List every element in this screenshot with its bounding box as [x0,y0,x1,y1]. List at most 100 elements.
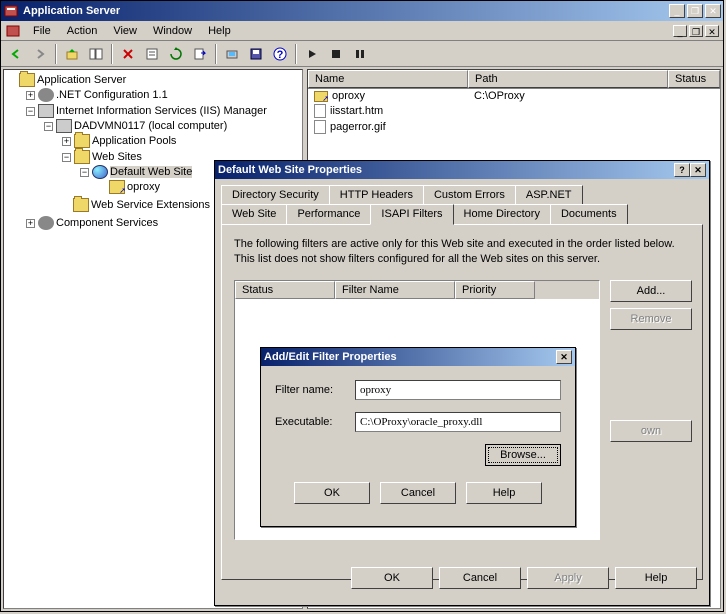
item-status [668,90,720,102]
close-button[interactable]: ✕ [690,163,706,177]
tab-aspnet[interactable]: ASP.NET [515,185,583,204]
item-status [668,104,720,118]
forward-button[interactable] [29,43,51,65]
mdi-minimize-button[interactable]: _ [673,25,687,37]
menu-window[interactable]: Window [145,23,200,39]
component-icon [38,216,54,230]
filter-name-label: Filter name: [275,384,355,396]
expand-icon[interactable]: + [26,91,35,100]
list-header: Name Path Status [308,70,720,89]
properties-button[interactable] [141,43,163,65]
col-priority[interactable]: Priority [455,281,535,299]
col-name[interactable]: Name [308,70,468,88]
delete-button[interactable] [117,43,139,65]
expand-icon[interactable]: + [26,219,35,228]
tree-label: Internet Information Services (IIS) Mana… [56,105,267,117]
tree-net-config[interactable]: +.NET Configuration 1.1 [26,87,300,103]
collapse-icon[interactable]: − [44,122,53,131]
tab-documents[interactable]: Documents [550,204,628,224]
list-item[interactable]: oproxy C:\OProxy [308,89,720,103]
help-button[interactable]: ? [269,43,291,65]
help-button[interactable]: Help [615,567,697,589]
back-button[interactable] [5,43,27,65]
mdi-close-button[interactable]: ✕ [705,25,719,37]
server-icon [38,104,54,118]
virtual-dir-icon [109,180,125,194]
ok-button[interactable]: OK [294,482,370,504]
minimize-button[interactable]: _ [669,4,685,18]
tree-label: Application Server [37,74,126,86]
play-button[interactable] [301,43,323,65]
folder-icon [74,134,90,148]
dialog-titlebar: Default Web Site Properties ? ✕ [215,161,709,179]
app-icon [3,3,19,19]
globe-icon [92,165,108,179]
tree-label: Application Pools [92,135,176,147]
collapse-icon[interactable]: − [62,153,71,162]
tree-label: Component Services [56,217,158,229]
filter-name-input[interactable] [355,380,561,400]
item-path: C:\OProxy [468,90,668,102]
menubar: File Action View Window Help _ ❐ ✕ [1,21,723,41]
cancel-button[interactable]: Cancel [380,482,456,504]
show-hide-button[interactable] [85,43,107,65]
tree-label: oproxy [127,181,160,193]
file-icon [314,120,326,134]
menu-view[interactable]: View [105,23,145,39]
toolbar: ? [1,41,723,67]
tab-directory-security[interactable]: Directory Security [221,185,330,204]
collapse-icon[interactable]: − [26,107,35,116]
folder-icon [74,150,90,164]
tab-isapi-filters[interactable]: ISAPI Filters [370,204,453,225]
cancel-button[interactable]: Cancel [439,567,521,589]
dialog-titlebar: Add/Edit Filter Properties ✕ [261,348,575,366]
refresh-button[interactable] [165,43,187,65]
filter-list[interactable]: Status Filter Name Priority [235,281,599,299]
tab-http-headers[interactable]: HTTP Headers [329,185,424,204]
menu-help[interactable]: Help [200,23,239,39]
tab-custom-errors[interactable]: Custom Errors [423,185,516,204]
export-button[interactable] [189,43,211,65]
menu-file[interactable]: File [25,23,59,39]
help-button[interactable]: ? [674,163,690,177]
stop-button[interactable] [325,43,347,65]
mdi-restore-button[interactable]: ❐ [689,25,703,37]
item-path [468,104,668,118]
remove-button: Remove [610,308,692,330]
svg-text:?: ? [277,49,284,61]
item-name: iisstart.htm [330,105,383,117]
col-status[interactable]: Status [235,281,335,299]
item-name: oproxy [332,90,365,102]
add-button[interactable]: Add... [610,280,692,302]
executable-input[interactable] [355,412,561,432]
close-button[interactable]: ✕ [556,350,572,364]
expand-icon[interactable]: + [62,137,71,146]
executable-label: Executable: [275,416,355,428]
tab-performance[interactable]: Performance [286,204,371,224]
tree-app-pools[interactable]: + Application Pools [62,133,300,149]
list-item[interactable]: iisstart.htm [308,103,720,119]
gear-icon [38,88,54,102]
virtual-dir-icon [314,91,328,102]
save-button[interactable] [245,43,267,65]
pause-button[interactable] [349,43,371,65]
browse-button[interactable]: Browse... [485,444,561,466]
col-path[interactable]: Path [468,70,668,88]
col-status[interactable]: Status [668,70,720,88]
file-icon [314,104,326,118]
mdi-icon [5,23,25,39]
move-down-button: own [610,420,692,442]
close-button[interactable]: ✕ [705,4,721,18]
list-item[interactable]: pagerror.gif [308,119,720,135]
collapse-icon[interactable]: − [80,168,89,177]
up-button[interactable] [61,43,83,65]
tab-home-directory[interactable]: Home Directory [453,204,551,224]
connect-button[interactable] [221,43,243,65]
item-name: pagerror.gif [330,121,386,133]
col-filter-name[interactable]: Filter Name [335,281,455,299]
ok-button[interactable]: OK [351,567,433,589]
help-button[interactable]: Help [466,482,542,504]
maximize-button[interactable]: ❐ [687,4,703,18]
tab-web-site[interactable]: Web Site [221,204,287,224]
menu-action[interactable]: Action [59,23,106,39]
